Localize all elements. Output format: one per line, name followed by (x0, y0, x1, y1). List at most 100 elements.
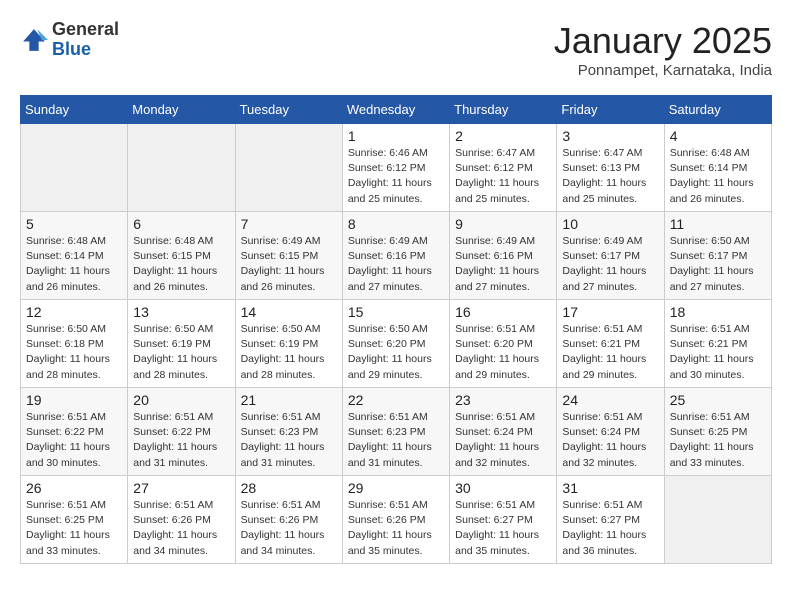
day-info: Sunrise: 6:51 AMSunset: 6:26 PMDaylight:… (348, 498, 444, 559)
logo-icon (20, 26, 48, 54)
day-info: Sunrise: 6:50 AMSunset: 6:18 PMDaylight:… (26, 322, 122, 383)
calendar-cell: 25Sunrise: 6:51 AMSunset: 6:25 PMDayligh… (664, 388, 771, 476)
day-number: 22 (348, 392, 444, 408)
calendar-cell: 19 Sunrise: 6:51 AMSunset: 6:22 PMDayligh… (21, 388, 128, 476)
day-info: Sunrise: 6:51 AMSunset: 6:27 PMDaylight:… (455, 498, 551, 559)
calendar-week-5: 26 Sunrise: 6:51 AMSunset: 6:25 PMDayligh… (21, 476, 772, 564)
day-number: 17 (562, 304, 658, 320)
calendar-cell: 8 Sunrise: 6:49 AMSunset: 6:16 PMDaylight… (342, 212, 449, 300)
day-number: 16 (455, 304, 551, 320)
day-info: Sunrise: 6:51 AMSunset: 6:21 PMDaylight:… (562, 322, 658, 383)
day-number: 20 (133, 392, 229, 408)
day-info: Sunrise: 6:47 AMSunset: 6:13 PMDaylight:… (562, 146, 658, 207)
logo-general-text: General (52, 20, 119, 40)
day-info: Sunrise: 6:49 AMSunset: 6:16 PMDaylight:… (455, 234, 551, 295)
day-number: 11 (670, 216, 766, 232)
calendar-cell (21, 124, 128, 212)
day-info: Sunrise: 6:51 AMSunset: 6:23 PMDaylight:… (348, 410, 444, 471)
day-number: 6 (133, 216, 229, 232)
calendar-table: SundayMondayTuesdayWednesdayThursdayFrid… (20, 95, 772, 564)
day-info: Sunrise: 6:51 AMSunset: 6:21 PMDaylight:… (670, 322, 766, 383)
day-number: 29 (348, 480, 444, 496)
calendar-week-1: 1 Sunrise: 6:46 AMSunset: 6:12 PMDaylight… (21, 124, 772, 212)
day-info: Sunrise: 6:49 AMSunset: 6:15 PMDaylight:… (241, 234, 337, 295)
calendar-cell: 17 Sunrise: 6:51 AMSunset: 6:21 PMDayligh… (557, 300, 664, 388)
day-number: 12 (26, 304, 122, 320)
day-number: 26 (26, 480, 122, 496)
day-info: Sunrise: 6:51 AMSunset: 6:20 PMDaylight:… (455, 322, 551, 383)
weekday-header-sunday: Sunday (21, 96, 128, 124)
calendar-cell: 16 Sunrise: 6:51 AMSunset: 6:20 PMDayligh… (450, 300, 557, 388)
day-info: Sunrise: 6:50 AMSunset: 6:17 PMDaylight:… (670, 234, 766, 295)
day-number: 3 (562, 128, 658, 144)
logo: General Blue (20, 20, 119, 60)
calendar-cell: 24 Sunrise: 6:51 AMSunset: 6:24 PMDayligh… (557, 388, 664, 476)
calendar-cell: 13Sunrise: 6:50 AMSunset: 6:19 PMDayligh… (128, 300, 235, 388)
calendar-cell: 14 Sunrise: 6:50 AMSunset: 6:19 PMDayligh… (235, 300, 342, 388)
calendar-cell: 27Sunrise: 6:51 AMSunset: 6:26 PMDayligh… (128, 476, 235, 564)
calendar-week-2: 5 Sunrise: 6:48 AMSunset: 6:14 PMDaylight… (21, 212, 772, 300)
calendar-cell (128, 124, 235, 212)
day-info: Sunrise: 6:51 AMSunset: 6:23 PMDaylight:… (241, 410, 337, 471)
day-number: 25 (670, 392, 766, 408)
calendar-cell: 9 Sunrise: 6:49 AMSunset: 6:16 PMDaylight… (450, 212, 557, 300)
day-number: 4 (670, 128, 766, 144)
day-info: Sunrise: 6:51 AMSunset: 6:22 PMDaylight:… (133, 410, 229, 471)
title-block: January 2025 Ponnampet, Karnataka, India (554, 20, 772, 79)
calendar-cell: 7 Sunrise: 6:49 AMSunset: 6:15 PMDaylight… (235, 212, 342, 300)
calendar-week-4: 19 Sunrise: 6:51 AMSunset: 6:22 PMDayligh… (21, 388, 772, 476)
day-info: Sunrise: 6:50 AMSunset: 6:20 PMDaylight:… (348, 322, 444, 383)
day-number: 1 (348, 128, 444, 144)
calendar-cell: 30Sunrise: 6:51 AMSunset: 6:27 PMDayligh… (450, 476, 557, 564)
day-info: Sunrise: 6:51 AMSunset: 6:26 PMDaylight:… (133, 498, 229, 559)
day-number: 9 (455, 216, 551, 232)
day-info: Sunrise: 6:51 AMSunset: 6:24 PMDaylight:… (562, 410, 658, 471)
day-info: Sunrise: 6:50 AMSunset: 6:19 PMDaylight:… (241, 322, 337, 383)
day-number: 19 (26, 392, 122, 408)
day-info: Sunrise: 6:51 AMSunset: 6:27 PMDaylight:… (562, 498, 658, 559)
day-number: 21 (241, 392, 337, 408)
calendar-cell: 28Sunrise: 6:51 AMSunset: 6:26 PMDayligh… (235, 476, 342, 564)
month-title: January 2025 (554, 20, 772, 62)
calendar-cell: 18Sunrise: 6:51 AMSunset: 6:21 PMDayligh… (664, 300, 771, 388)
day-number: 23 (455, 392, 551, 408)
day-info: Sunrise: 6:50 AMSunset: 6:19 PMDaylight:… (133, 322, 229, 383)
calendar-cell: 6 Sunrise: 6:48 AMSunset: 6:15 PMDaylight… (128, 212, 235, 300)
calendar-cell: 23 Sunrise: 6:51 AMSunset: 6:24 PMDayligh… (450, 388, 557, 476)
day-number: 31 (562, 480, 658, 496)
day-info: Sunrise: 6:51 AMSunset: 6:24 PMDaylight:… (455, 410, 551, 471)
calendar-cell: 1 Sunrise: 6:46 AMSunset: 6:12 PMDaylight… (342, 124, 449, 212)
weekday-header-friday: Friday (557, 96, 664, 124)
calendar-cell (664, 476, 771, 564)
day-number: 7 (241, 216, 337, 232)
calendar-cell: 4 Sunrise: 6:48 AMSunset: 6:14 PMDaylight… (664, 124, 771, 212)
weekday-header-saturday: Saturday (664, 96, 771, 124)
calendar-cell: 31 Sunrise: 6:51 AMSunset: 6:27 PMDayligh… (557, 476, 664, 564)
calendar-cell: 5 Sunrise: 6:48 AMSunset: 6:14 PMDaylight… (21, 212, 128, 300)
day-number: 5 (26, 216, 122, 232)
weekday-header-wednesday: Wednesday (342, 96, 449, 124)
day-info: Sunrise: 6:51 AMSunset: 6:22 PMDaylight:… (26, 410, 122, 471)
day-info: Sunrise: 6:48 AMSunset: 6:14 PMDaylight:… (670, 146, 766, 207)
calendar-cell: 11 Sunrise: 6:50 AMSunset: 6:17 PMDayligh… (664, 212, 771, 300)
day-info: Sunrise: 6:49 AMSunset: 6:17 PMDaylight:… (562, 234, 658, 295)
calendar-cell: 3 Sunrise: 6:47 AMSunset: 6:13 PMDaylight… (557, 124, 664, 212)
calendar-cell (235, 124, 342, 212)
day-number: 2 (455, 128, 551, 144)
calendar-cell: 29 Sunrise: 6:51 AMSunset: 6:26 PMDayligh… (342, 476, 449, 564)
header: General Blue January 2025 Ponnampet, Kar… (20, 20, 772, 79)
weekday-header-row: SundayMondayTuesdayWednesdayThursdayFrid… (21, 96, 772, 124)
day-number: 28 (241, 480, 337, 496)
calendar-week-3: 12 Sunrise: 6:50 AMSunset: 6:18 PMDayligh… (21, 300, 772, 388)
calendar-cell: 26 Sunrise: 6:51 AMSunset: 6:25 PMDayligh… (21, 476, 128, 564)
day-number: 8 (348, 216, 444, 232)
day-number: 15 (348, 304, 444, 320)
day-info: Sunrise: 6:46 AMSunset: 6:12 PMDaylight:… (348, 146, 444, 207)
day-info: Sunrise: 6:51 AMSunset: 6:25 PMDaylight:… (26, 498, 122, 559)
day-info: Sunrise: 6:48 AMSunset: 6:14 PMDaylight:… (26, 234, 122, 295)
day-info: Sunrise: 6:48 AMSunset: 6:15 PMDaylight:… (133, 234, 229, 295)
day-info: Sunrise: 6:49 AMSunset: 6:16 PMDaylight:… (348, 234, 444, 295)
day-number: 14 (241, 304, 337, 320)
day-number: 24 (562, 392, 658, 408)
weekday-header-tuesday: Tuesday (235, 96, 342, 124)
